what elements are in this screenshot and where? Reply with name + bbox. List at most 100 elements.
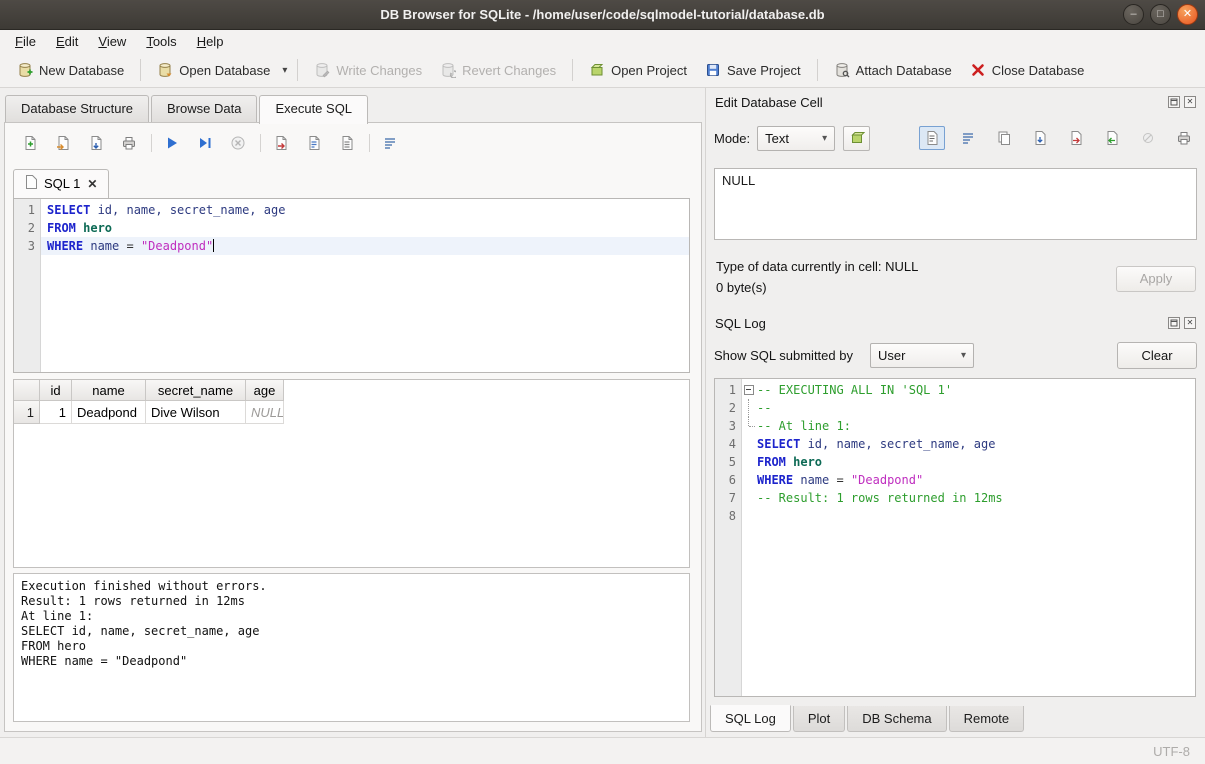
sql-log-view[interactable]: 1 2 3 4 5 6 7 8 -- EXECUTING ALL IN 'SQL…	[714, 378, 1196, 697]
format-sql-button[interactable]	[336, 132, 358, 154]
results-grid[interactable]: id name secret_name age 1 1 Deadpond Div…	[13, 379, 690, 568]
menu-view[interactable]: View	[88, 31, 136, 52]
save-sql-file-icon	[88, 135, 104, 151]
left-panel: Database Structure Browse Data Execute S…	[0, 88, 705, 737]
format-sql-icon	[339, 135, 355, 151]
sql-log-title: SQL Log	[715, 316, 766, 331]
minimize-button[interactable]: –	[1123, 4, 1144, 25]
tab-execute-sql[interactable]: Execute SQL	[259, 95, 368, 124]
main-tabbar: Database Structure Browse Data Execute S…	[5, 95, 370, 122]
sql-editor-toolbar	[19, 131, 412, 155]
copy-icon	[996, 130, 1012, 146]
cell-size-info: 0 byte(s)	[716, 277, 1095, 298]
apply-button[interactable]: Apply	[1116, 266, 1196, 292]
import-cell-icon	[1104, 130, 1120, 146]
corner-header	[14, 380, 40, 401]
mode-label: Mode:	[714, 131, 750, 146]
menu-file[interactable]: File	[5, 31, 46, 52]
toolbar-separator	[572, 59, 573, 81]
toolbar-separator	[151, 134, 152, 152]
submitted-by-select[interactable]: User ▾	[870, 343, 974, 368]
column-header-id[interactable]: id	[40, 380, 72, 401]
new-tab-button[interactable]	[19, 132, 41, 154]
close-database-button[interactable]: Close Database	[961, 57, 1094, 83]
revert-changes-button[interactable]: Revert Changes	[431, 57, 565, 83]
save-sql-file-button[interactable]	[85, 132, 107, 154]
sql-log-filter-row: Show SQL submitted by User ▾ Clear	[714, 340, 1197, 370]
set-null-button[interactable]	[1135, 126, 1161, 150]
execute-sql-page: SQL 1 ✕ 1 2 3 SELECT id, name, secret_na…	[4, 122, 702, 732]
cube-icon	[849, 130, 865, 146]
dock-close-icon[interactable]: ✕	[1184, 317, 1196, 329]
print-button[interactable]	[118, 132, 140, 154]
log-line-6: WHERE name = "Deadpond"	[742, 471, 1195, 489]
message-line: WHERE name = "Deadpond"	[21, 654, 682, 669]
tab-sql-log[interactable]: SQL Log	[710, 705, 791, 732]
tab-db-schema[interactable]: DB Schema	[847, 706, 946, 732]
mode-select[interactable]: Text ▾	[757, 126, 835, 151]
maximize-button[interactable]: □	[1150, 4, 1171, 25]
log-line-5: FROM hero	[742, 453, 1195, 471]
window-title: DB Browser for SQLite - /home/user/code/…	[0, 0, 1205, 30]
open-database-button[interactable]: Open Database	[148, 57, 279, 83]
attach-database-button[interactable]: Attach Database	[825, 57, 961, 83]
edit-cell-header: Edit Database Cell ✕	[706, 92, 1205, 112]
set-null-icon	[1140, 130, 1156, 146]
cell-editor-area[interactable]: NULL	[714, 168, 1197, 240]
word-wrap-button[interactable]	[955, 126, 981, 150]
undock-icon[interactable]	[1168, 96, 1180, 108]
cell-id[interactable]: 1	[40, 401, 72, 424]
copy-cell-button[interactable]	[991, 126, 1017, 150]
stop-button[interactable]	[227, 132, 249, 154]
save-results-button[interactable]	[303, 132, 325, 154]
titlebar[interactable]: DB Browser for SQLite - /home/user/code/…	[0, 0, 1205, 30]
dock-close-icon[interactable]: ✕	[1184, 96, 1196, 108]
word-wrap-button[interactable]	[379, 132, 401, 154]
export-cell-button[interactable]	[1063, 126, 1089, 150]
tab-browse-data[interactable]: Browse Data	[151, 95, 257, 122]
column-header-secret-name[interactable]: secret_name	[146, 380, 246, 401]
menu-help[interactable]: Help	[187, 31, 234, 52]
open-sql-file-button[interactable]	[52, 132, 74, 154]
new-database-button[interactable]: New Database	[8, 57, 133, 83]
cell-age[interactable]: NULL	[246, 401, 284, 424]
sql-tab-1[interactable]: SQL 1 ✕	[13, 169, 109, 198]
cell-name[interactable]: Deadpond	[72, 401, 146, 424]
undock-icon[interactable]	[1168, 317, 1180, 329]
toolbar-separator	[817, 59, 818, 81]
print-cell-button[interactable]	[1171, 126, 1197, 150]
close-window-button[interactable]: ✕	[1177, 4, 1198, 25]
tab-remote[interactable]: Remote	[949, 706, 1025, 732]
import-cell-button[interactable]	[1099, 126, 1125, 150]
save-cell-button[interactable]	[1027, 126, 1053, 150]
encoding-indicator[interactable]: UTF-8	[1153, 744, 1190, 759]
clear-button[interactable]: Clear	[1117, 342, 1197, 369]
sql-editor[interactable]: 1 2 3 SELECT id, name, secret_name, age …	[13, 198, 690, 373]
word-wrap-icon	[960, 130, 976, 146]
close-database-icon	[970, 62, 986, 78]
write-changes-button[interactable]: Write Changes	[305, 57, 431, 83]
export-results-button[interactable]	[270, 132, 292, 154]
column-header-name[interactable]: name	[72, 380, 146, 401]
open-database-dropdown[interactable]: ▾	[279, 60, 290, 81]
save-project-button[interactable]: Save Project	[696, 57, 810, 83]
menu-tools[interactable]: Tools	[136, 31, 186, 52]
cell-type-info: Type of data currently in cell: NULL	[716, 256, 1095, 277]
tab-database-structure[interactable]: Database Structure	[5, 95, 149, 122]
sql-tab-close-icon[interactable]: ✕	[87, 177, 97, 191]
row-header[interactable]: 1	[14, 401, 40, 424]
collapse-icon[interactable]	[742, 381, 757, 399]
column-header-age[interactable]: age	[246, 380, 284, 401]
open-project-button[interactable]: Open Project	[580, 57, 696, 83]
menu-edit[interactable]: Edit	[46, 31, 88, 52]
text-view-button[interactable]	[919, 126, 945, 150]
auto-format-button[interactable]	[843, 126, 870, 151]
cell-editor-icons	[919, 126, 1197, 150]
tab-plot[interactable]: Plot	[793, 706, 845, 732]
close-icon: ✕	[1183, 8, 1192, 20]
execute-current-line-button[interactable]	[194, 132, 216, 154]
cell-secret-name[interactable]: Dive Wilson	[146, 401, 246, 424]
open-database-icon	[157, 62, 173, 78]
new-database-icon	[17, 62, 33, 78]
execute-all-button[interactable]	[161, 132, 183, 154]
